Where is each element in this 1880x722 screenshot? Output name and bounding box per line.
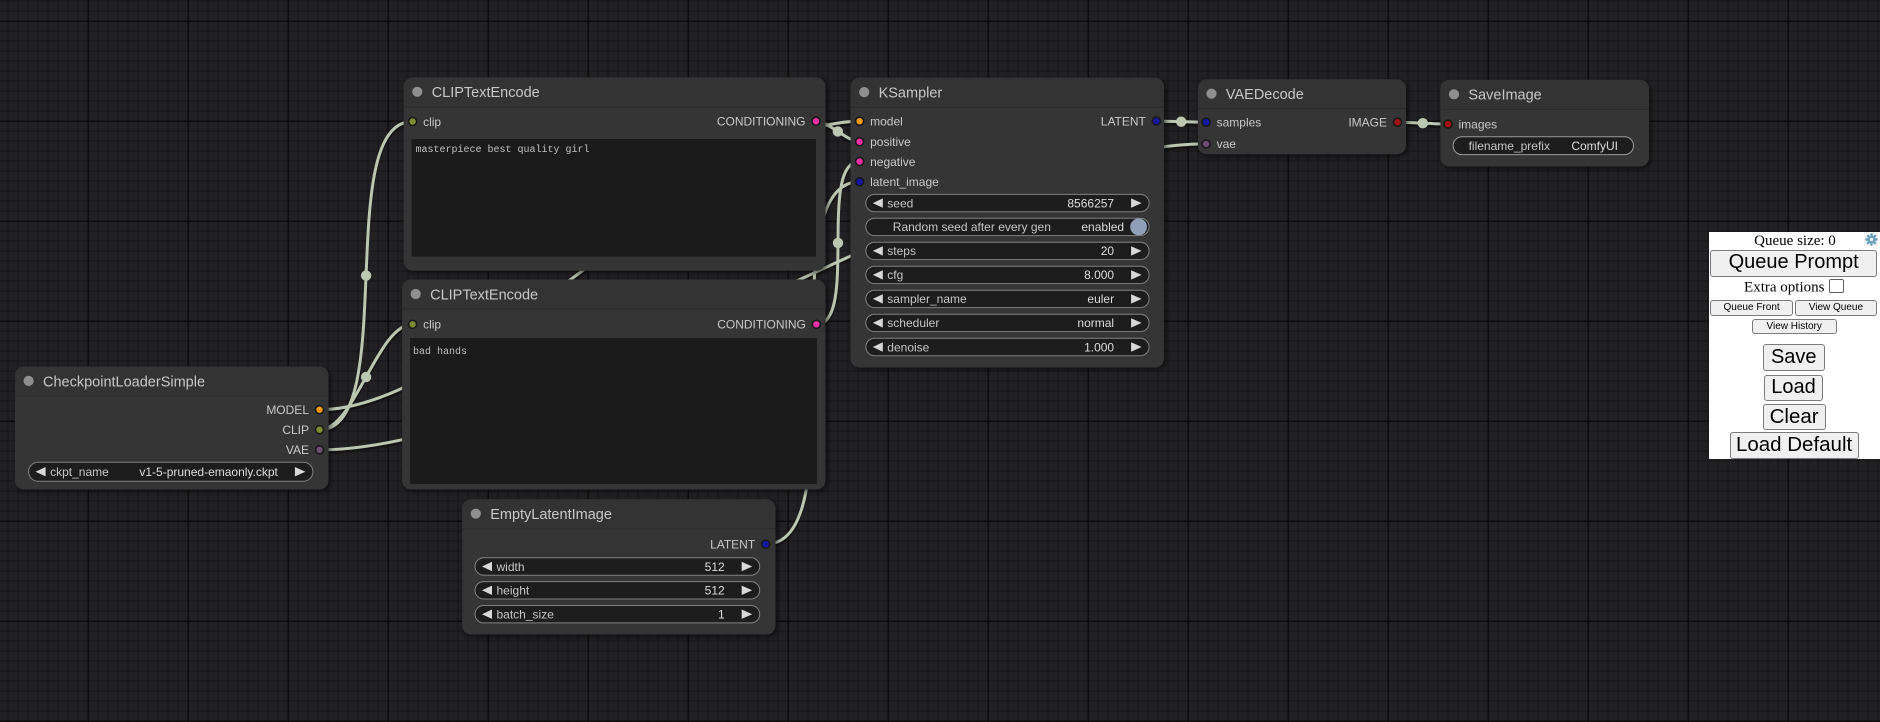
svg-text:8.000: 8.000 bbox=[1084, 268, 1114, 282]
svg-text:KSampler: KSampler bbox=[879, 86, 943, 102]
svg-text:steps: steps bbox=[887, 244, 916, 258]
svg-text:1.000: 1.000 bbox=[1084, 340, 1114, 354]
svg-text:clip: clip bbox=[423, 115, 441, 129]
svg-text:CLIPTextEncode: CLIPTextEncode bbox=[432, 85, 540, 101]
svg-text:latent_image: latent_image bbox=[870, 175, 939, 189]
svg-text:width: width bbox=[496, 560, 525, 574]
svg-text:ComfyUI: ComfyUI bbox=[1571, 139, 1618, 153]
svg-text:cfg: cfg bbox=[887, 268, 903, 282]
svg-text:images: images bbox=[1459, 117, 1498, 131]
svg-text:filename_prefix: filename_prefix bbox=[1469, 139, 1550, 153]
svg-text:height: height bbox=[497, 584, 530, 598]
svg-text:scheduler: scheduler bbox=[887, 316, 939, 330]
svg-text:CheckpointLoaderSimple: CheckpointLoaderSimple bbox=[43, 374, 205, 390]
svg-text:samples: samples bbox=[1217, 116, 1262, 130]
svg-text:512: 512 bbox=[705, 560, 725, 574]
svg-text:clip: clip bbox=[423, 318, 441, 332]
svg-text:VAEDecode: VAEDecode bbox=[1226, 87, 1304, 103]
svg-text:denoise: denoise bbox=[887, 340, 929, 354]
svg-text:enabled: enabled bbox=[1081, 220, 1124, 234]
svg-text:vae: vae bbox=[1217, 137, 1237, 151]
svg-text:euler: euler bbox=[1087, 292, 1114, 306]
svg-text:IMAGE: IMAGE bbox=[1348, 116, 1387, 130]
svg-text:positive: positive bbox=[870, 135, 911, 149]
svg-text:ckpt_name: ckpt_name bbox=[50, 465, 109, 479]
svg-text:batch_size: batch_size bbox=[497, 608, 555, 622]
svg-text:CLIP: CLIP bbox=[282, 423, 309, 437]
svg-text:negative: negative bbox=[870, 155, 916, 169]
svg-text:seed: seed bbox=[887, 196, 913, 210]
svg-text:EmptyLatentImage: EmptyLatentImage bbox=[490, 507, 612, 523]
svg-text:512: 512 bbox=[705, 584, 725, 598]
svg-text:SaveImage: SaveImage bbox=[1468, 88, 1541, 104]
svg-text:CONDITIONING: CONDITIONING bbox=[717, 115, 806, 129]
svg-text:sampler_name: sampler_name bbox=[887, 292, 967, 306]
svg-text:CLIPTextEncode: CLIPTextEncode bbox=[430, 287, 538, 303]
svg-text:1: 1 bbox=[718, 608, 725, 622]
svg-text:LATENT: LATENT bbox=[710, 538, 756, 552]
svg-text:VAE: VAE bbox=[286, 443, 309, 457]
svg-text:20: 20 bbox=[1101, 244, 1115, 258]
svg-text:Random seed after every gen: Random seed after every gen bbox=[893, 220, 1051, 234]
svg-text:MODEL: MODEL bbox=[266, 403, 309, 417]
svg-text:normal: normal bbox=[1077, 316, 1114, 330]
svg-text:masterpiece best quality girl: masterpiece best quality girl bbox=[416, 144, 590, 156]
svg-text:v1-5-pruned-emaonly.ckpt: v1-5-pruned-emaonly.ckpt bbox=[139, 465, 278, 479]
svg-text:8566257: 8566257 bbox=[1067, 196, 1114, 210]
svg-text:model: model bbox=[870, 115, 903, 129]
svg-text:CONDITIONING: CONDITIONING bbox=[717, 318, 806, 332]
svg-text:bad hands: bad hands bbox=[413, 346, 467, 358]
svg-text:LATENT: LATENT bbox=[1101, 114, 1147, 128]
